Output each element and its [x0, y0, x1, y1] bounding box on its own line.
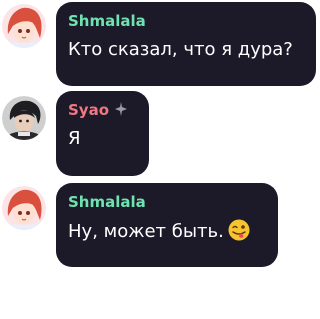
winking-tongue-emoji: [228, 219, 250, 241]
sender-avatar-shmalala[interactable]: [2, 4, 46, 48]
sender-row: Syao: [68, 101, 137, 119]
sender-name[interactable]: Shmalala: [68, 193, 266, 211]
message-text-row: Ну, может быть.: [68, 219, 266, 244]
message-bubble[interactable]: Shmalala Ну, может быть.: [56, 183, 278, 267]
message-text: Ну, может быть.: [68, 221, 224, 242]
chat-message-list: Shmalala Кто сказал, что я дура? Syao Я: [0, 0, 320, 319]
sparkle-icon: [115, 101, 128, 119]
message-text: Я: [68, 128, 81, 149]
sender-name[interactable]: Shmalala: [68, 12, 304, 30]
message-text: Кто сказал, что я дура?: [68, 39, 293, 60]
sender-name[interactable]: Syao: [68, 101, 109, 119]
message-bubble[interactable]: Shmalala Кто сказал, что я дура?: [56, 2, 316, 86]
sender-avatar-syao[interactable]: [2, 96, 46, 140]
sender-avatar-shmalala[interactable]: [2, 186, 46, 230]
message-bubble[interactable]: Syao Я: [56, 91, 149, 176]
